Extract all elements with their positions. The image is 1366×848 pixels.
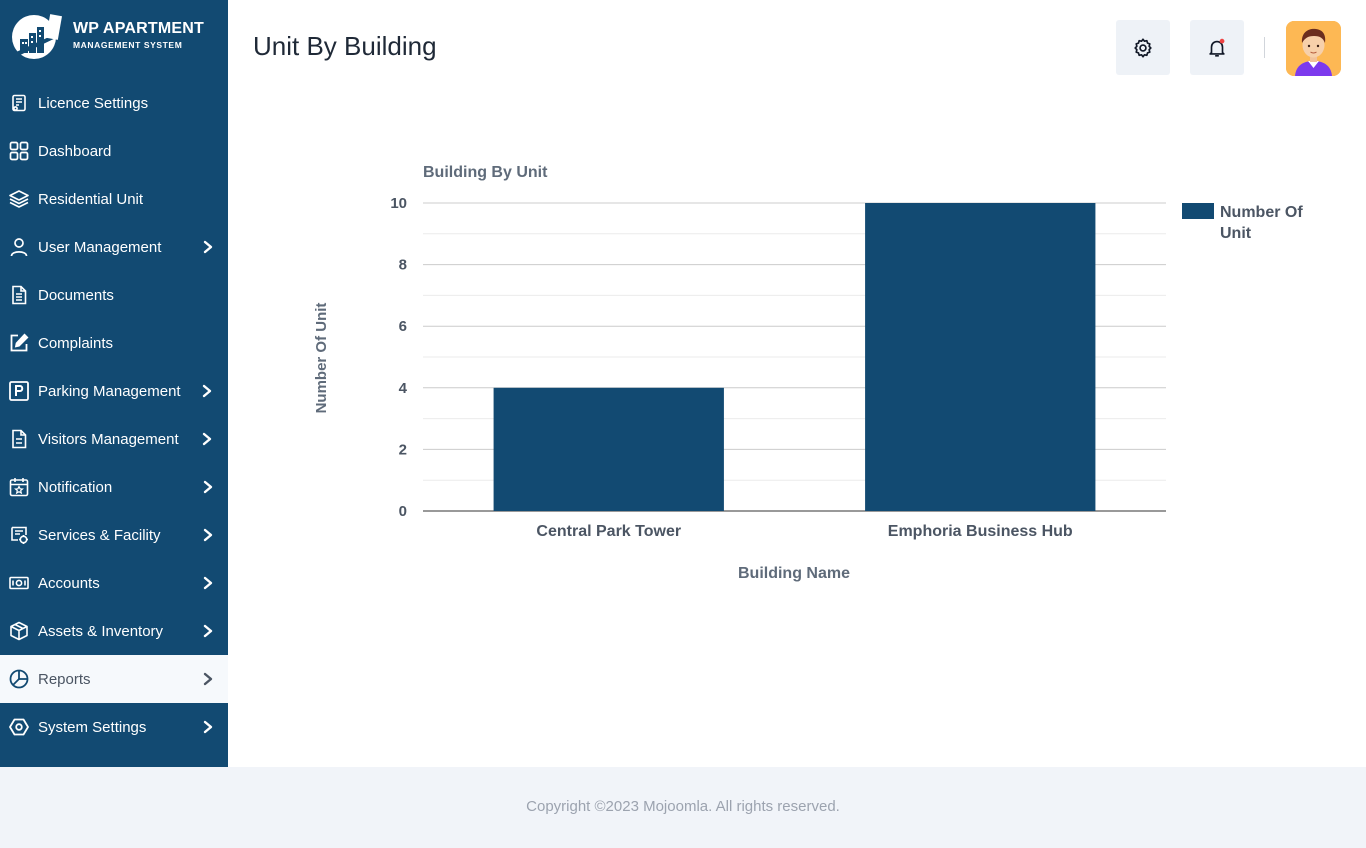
sidebar-item-label: Assets & Inventory	[38, 622, 164, 640]
visitor-document-icon	[9, 429, 29, 449]
user-icon	[9, 237, 29, 257]
sidebar-item-assets-inventory[interactable]: Assets & Inventory	[0, 607, 228, 655]
chevron-right-icon	[203, 576, 213, 590]
y-tick-label: 8	[399, 257, 407, 274]
chevron-right-icon	[203, 240, 213, 254]
layers-icon	[9, 189, 29, 209]
copyright-text: Copyright ©2023 Mojoomla. All rights res…	[526, 798, 840, 815]
sidebar-item-licence-settings[interactable]: Licence Settings	[0, 79, 228, 127]
sidebar-item-parking-management[interactable]: Parking Management	[0, 367, 228, 415]
gear-icon	[1134, 37, 1152, 58]
calendar-star-icon	[9, 477, 29, 497]
y-tick-label: 2	[399, 441, 407, 458]
header-divider	[1264, 37, 1265, 58]
hexagon-gear-icon	[9, 717, 29, 737]
notification-dot	[1219, 38, 1225, 44]
chevron-right-icon	[203, 528, 213, 542]
sidebar-item-residential-unit[interactable]: Residential Unit	[0, 175, 228, 223]
sidebar-item-dashboard[interactable]: Dashboard	[0, 127, 228, 175]
sidebar-item-label: Dashboard	[38, 142, 112, 160]
y-tick-label: 6	[399, 318, 407, 335]
dashboard-icon	[9, 141, 29, 161]
brand-subtitle: MANAGEMENT SYSTEM	[73, 40, 183, 50]
settings-button[interactable]	[1116, 20, 1170, 75]
sidebar-item-label: Complaints	[38, 334, 114, 352]
footer: Copyright ©2023 Mojoomla. All rights res…	[0, 767, 1366, 848]
chevron-right-icon	[203, 480, 213, 494]
legend-swatch	[1182, 203, 1214, 219]
sidebar-item-documents[interactable]: Documents	[0, 271, 228, 319]
y-tick-label: 4	[399, 380, 408, 397]
service-icon	[9, 525, 29, 545]
legend-label: Number Of Unit	[1220, 204, 1303, 242]
chevron-right-icon	[202, 384, 212, 398]
sidebar-item-system-settings[interactable]: System Settings	[0, 703, 228, 751]
chevron-right-icon	[203, 720, 213, 734]
sidebar-item-complaints[interactable]: Complaints	[0, 319, 228, 367]
chart-legend: Number Of Unit	[1182, 203, 1303, 242]
sidebar-item-label: Documents	[38, 286, 114, 304]
sidebar-item-reports[interactable]: Reports	[0, 655, 228, 703]
chevron-right-icon	[202, 432, 212, 446]
bell-icon	[1209, 38, 1225, 57]
chart-y-ticks: 0 2 4 6 8 10	[390, 195, 407, 520]
y-tick-label: 0	[399, 503, 407, 520]
box-icon	[9, 621, 29, 641]
y-axis-label: Number Of Unit	[313, 303, 330, 414]
logo[interactable]: WP APARTMENT MANAGEMENT SYSTEM	[10, 13, 220, 61]
sidebar-item-label: System Settings	[38, 718, 147, 736]
sidebar-item-label: Licence Settings	[38, 94, 149, 112]
x-axis-label: Building Name	[738, 565, 850, 582]
sidebar: WP APARTMENT MANAGEMENT SYSTEM Licence S…	[0, 0, 228, 767]
chart-title: Building By Unit	[423, 164, 548, 181]
sidebar-item-label: Services & Facility	[38, 526, 161, 544]
bar[interactable]	[865, 203, 1096, 511]
sidebar-item-label: Accounts	[38, 574, 100, 592]
parking-icon	[9, 381, 29, 401]
edit-icon	[9, 333, 29, 353]
notification-button[interactable]	[1190, 20, 1244, 75]
sidebar-item-visitors-management[interactable]: Visitors Management	[0, 415, 228, 463]
sidebar-item-label: Residential Unit	[38, 190, 144, 208]
sidebar-item-accounts[interactable]: Accounts	[0, 559, 228, 607]
sidebar-item-label: Notification	[38, 478, 113, 496]
sidebar-nav: Licence Settings Dashboard Residential U…	[0, 79, 228, 751]
y-tick-label: 10	[390, 195, 407, 212]
unit-by-building-chart: Building By Unit 0 2 4 6 8 10 Central Park To…	[313, 164, 1303, 582]
sidebar-item-label: Reports	[38, 670, 91, 688]
bar[interactable]	[493, 387, 724, 511]
x-tick-label: Emphoria Business Hub	[888, 523, 1073, 540]
page-title: Unit By Building	[253, 31, 437, 61]
licence-icon	[9, 93, 29, 113]
chart-x-ticks: Central Park Tower Emphoria Business Hub	[536, 523, 1073, 540]
chevron-right-icon	[203, 672, 213, 686]
logo-building-icon	[12, 14, 62, 59]
sidebar-item-label: User Management	[38, 238, 162, 256]
pie-chart-icon	[9, 669, 29, 689]
chevron-right-icon	[203, 624, 213, 638]
sidebar-item-label: Visitors Management	[38, 430, 179, 448]
document-icon	[9, 285, 29, 305]
sidebar-item-services-facility[interactable]: Services & Facility	[0, 511, 228, 559]
brand-title: WP APARTMENT	[73, 20, 204, 37]
sidebar-item-label: Parking Management	[38, 382, 181, 400]
user-avatar[interactable]	[1286, 21, 1341, 76]
avatar-icon	[1286, 21, 1341, 76]
sidebar-item-user-management[interactable]: User Management	[0, 223, 228, 271]
sidebar-item-notification[interactable]: Notification	[0, 463, 228, 511]
money-icon	[9, 573, 29, 593]
x-tick-label: Central Park Tower	[536, 523, 681, 540]
